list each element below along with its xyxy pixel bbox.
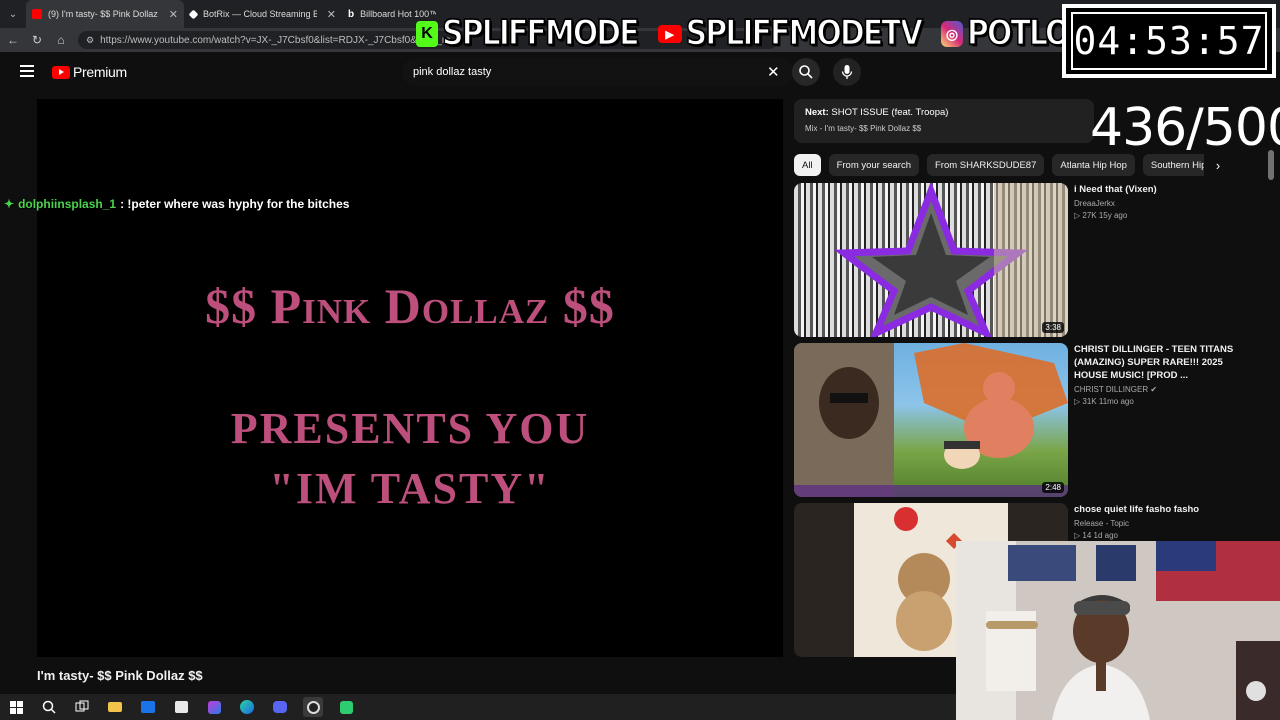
video-meta: CHRIST DILLINGER - TEEN TITANS (AMAZING)… [1074, 343, 1244, 406]
streamer-webcam-image [956, 541, 1280, 720]
search-value: pink dollaz tasty [413, 66, 492, 78]
video-meta: chose quiet life fasho fasho Release - T… [1074, 503, 1244, 540]
stream-timer: 04:53:57 [1062, 4, 1276, 78]
browser-tab-youtube[interactable]: (9) I'm tasty- $$ Pink Dollaz $$ ✕ [26, 0, 184, 28]
video-thumbnail[interactable]: 3:38 [794, 183, 1068, 337]
up-next-line: Next: SHOT ISSUE (feat. Troopa) [805, 107, 1083, 118]
video-title[interactable]: CHRIST DILLINGER - TEEN TITANS (AMAZING)… [1074, 343, 1244, 382]
recommendation-item[interactable]: 2:48 CHRIST DILLINGER - TEEN TITANS (AMA… [794, 343, 1264, 499]
search-input[interactable]: pink dollaz tasty [402, 58, 794, 86]
reload-icon[interactable]: ↻ [30, 33, 44, 47]
outlook-icon[interactable] [138, 697, 158, 717]
youtube-handle-text: SPLIFFMODETV [685, 13, 924, 54]
obs-icon[interactable] [303, 697, 323, 717]
chip-from-channel[interactable]: From SHARKSDUDE87 [927, 154, 1045, 176]
video-text-line-1: $$ Pink Dollaz $$ [205, 278, 615, 334]
up-next-track: SHOT ISSUE (feat. Troopa) [831, 107, 949, 118]
channel-name[interactable]: CHRIST DILLINGER ✔ [1074, 385, 1244, 394]
verified-badge-icon: ✔ [1150, 385, 1158, 394]
tab-close-icon[interactable]: ✕ [169, 8, 178, 21]
channel-name[interactable]: DreaaJerkx [1074, 199, 1244, 208]
video-meta: i Need that (Vixen) DreaaJerkx ▷ 27K 15y… [1074, 183, 1244, 220]
youtube-play-icon [52, 65, 70, 79]
goal-counter: 436/500 [1090, 98, 1280, 158]
video-title: I'm tasty- $$ Pink Dollaz $$ [37, 668, 203, 683]
browser-tab-botrix[interactable]: BotRix — Cloud Streaming Bot for ✕ [184, 0, 342, 28]
youtube-logo-icon: ▶ [657, 25, 682, 43]
timer-value: 04:53:57 [1071, 12, 1267, 70]
cartoon-scene-artwork-icon [794, 343, 1068, 497]
screen: ⌄ (9) I'm tasty- $$ Pink Dollaz $$ ✕ Bot… [0, 0, 1280, 720]
search-icon[interactable] [39, 697, 59, 717]
video-stats: ▷ 14 1d ago [1074, 531, 1118, 540]
chat-text: : !peter where was hyphy for the bitches [120, 197, 350, 211]
tab-title: BotRix — Cloud Streaming Bot for [203, 9, 317, 19]
video-stats: ▷ 31K 11mo ago [1074, 397, 1134, 406]
webcam-feed [956, 541, 1280, 720]
video-title[interactable]: i Need that (Vixen) [1074, 183, 1244, 196]
video-title[interactable]: chose quiet life fasho fasho [1074, 503, 1244, 516]
microphone-icon [841, 65, 853, 79]
video-duration: 3:38 [1042, 322, 1064, 333]
site-info-icon[interactable]: ⚙ [86, 35, 94, 46]
menu-icon[interactable] [20, 65, 34, 77]
file-explorer-icon[interactable] [105, 697, 125, 717]
instagram-logo-icon: ◎ [940, 21, 963, 47]
chip-from-your-search[interactable]: From your search [828, 154, 919, 176]
billboard-favicon-icon: b [348, 8, 355, 20]
stream-overlay-socials: K SPLIFFMODE ▶ SPLIFFMODETV ◎ POTLORD [416, 12, 1115, 56]
clear-search-icon[interactable]: ✕ [767, 63, 780, 81]
kick-logo-icon: K [416, 21, 438, 47]
youtube-masthead: Premium pink dollaz tasty ✕ [0, 52, 1060, 92]
botrix-favicon-icon [188, 9, 199, 19]
youtube-social-handle: ▶ SPLIFFMODETV [657, 13, 924, 54]
task-view-icon[interactable] [72, 697, 92, 717]
kick-badge-icon: ✦ [4, 197, 15, 211]
search-icon [799, 65, 813, 79]
chat-app-icon[interactable] [336, 697, 356, 717]
tab-search-chevron-icon[interactable]: ⌄ [0, 0, 26, 28]
chat-username: dolphiinsplash_1 [18, 197, 117, 211]
premium-label: Premium [73, 64, 127, 80]
recommendation-item[interactable]: 3:38 i Need that (Vixen) DreaaJerkx ▷ 27… [794, 183, 1264, 339]
video-text-line-2: PRESENTS YOU [230, 404, 590, 453]
chip-all[interactable]: All [794, 154, 821, 176]
windows-taskbar [0, 694, 956, 720]
tab-close-icon[interactable]: ✕ [327, 8, 336, 21]
star-artwork-icon [834, 183, 1068, 337]
channel-name-text: CHRIST DILLINGER [1074, 385, 1149, 394]
video-stats: ▷ 27K 15y ago [1074, 211, 1128, 220]
channel-name[interactable]: Release - Topic [1074, 519, 1244, 528]
search-button[interactable] [792, 58, 820, 86]
back-arrow-icon[interactable]: ← [6, 33, 20, 47]
video-text-line-3: "IM TASTY" [269, 464, 551, 513]
stream-chat-message: ✦ dolphiinsplash_1 : !peter where was hy… [4, 197, 349, 211]
up-next-mix: Mix - I'm tasty- $$ Pink Dollaz $$ [805, 124, 922, 133]
up-next-panel[interactable]: Next: SHOT ISSUE (feat. Troopa) Mix - I'… [794, 99, 1094, 143]
edge-icon[interactable] [237, 697, 257, 717]
microsoft-365-icon[interactable] [204, 697, 224, 717]
home-icon[interactable]: ⌂ [54, 33, 68, 47]
youtube-logo[interactable]: Premium [52, 64, 127, 80]
windows-start-icon[interactable] [6, 697, 26, 717]
video-thumbnail[interactable]: 2:48 [794, 343, 1068, 497]
video-player[interactable]: $$ Pink Dollaz $$ PRESENTS YOU "IM TASTY… [37, 99, 783, 657]
video-duration: 2:48 [1042, 482, 1064, 493]
chevron-right-icon[interactable]: › [1208, 155, 1228, 175]
url-text: https://www.youtube.com/watch?v=JX-_J7Cb… [100, 34, 451, 46]
youtube-favicon-icon [32, 9, 42, 19]
discord-icon[interactable] [270, 697, 290, 717]
up-next-label: Next: [805, 107, 829, 118]
voice-search-button[interactable] [833, 58, 861, 86]
kick-social-handle: K SPLIFFMODE [416, 13, 640, 54]
store-icon[interactable] [171, 697, 191, 717]
tab-title: (9) I'm tasty- $$ Pink Dollaz $$ [48, 9, 159, 19]
kick-handle-text: SPLIFFMODE [441, 13, 640, 54]
